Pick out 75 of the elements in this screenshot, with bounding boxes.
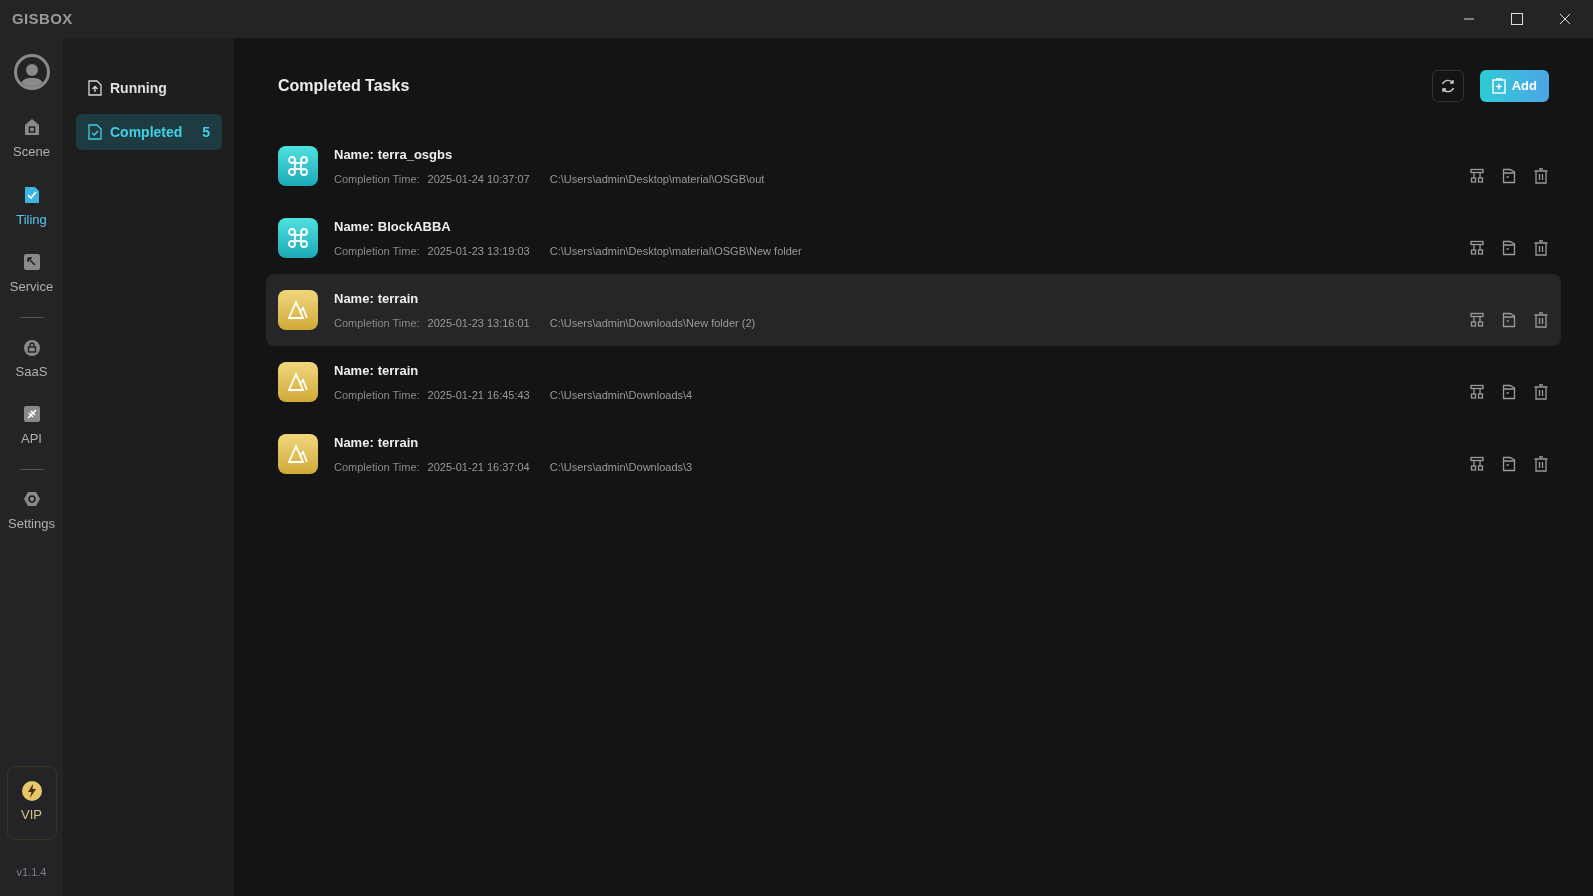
- delete-icon[interactable]: [1533, 168, 1549, 184]
- output-path: C:\Users\admin\Downloads\4: [549, 387, 693, 403]
- completion-time: 2025-01-23 13:19:03: [427, 243, 530, 259]
- name-label: Name:: [334, 218, 374, 236]
- folder-icon[interactable]: [1501, 456, 1517, 472]
- nav-item[interactable]: Service: [0, 241, 63, 309]
- avatar-icon[interactable]: [13, 54, 50, 90]
- completion-time: 2025-01-21 16:45:43: [427, 387, 530, 403]
- time-label: Completion Time:: [334, 315, 420, 331]
- time-label: Completion Time:: [334, 243, 420, 259]
- task-name: terrain: [377, 362, 419, 380]
- completion-time: 2025-01-21 16:37:04: [427, 459, 530, 475]
- task-row[interactable]: Name: terra_osgbs Completion Time: 2025-01-24 10:37:07 C:\Users\admin\Desktop\material\OSGB\out: [266, 130, 1561, 202]
- plug-icon: [22, 405, 41, 423]
- task-row[interactable]: Name: terrain Completion Time: 2025-01-23 13:16:01 C:\Users\admin\Downloads\New folder (2): [266, 274, 1561, 346]
- output-path: C:\Users\admin\Downloads\New folder (2): [549, 315, 756, 331]
- nav-item[interactable]: Scene: [0, 106, 63, 174]
- output-path: C:\Users\admin\Desktop\material\OSGB\New folder: [549, 243, 802, 259]
- output-path: C:\Users\admin\Desktop\material\OSGB\out: [549, 171, 765, 187]
- delete-icon[interactable]: [1533, 384, 1549, 400]
- hierarchy-icon[interactable]: [1469, 168, 1485, 184]
- version-label: v1.1.4: [16, 864, 47, 880]
- output-path: C:\Users\admin\Downloads\3: [549, 459, 693, 475]
- folder-icon[interactable]: [1501, 312, 1517, 328]
- lock-icon: [22, 337, 41, 356]
- maximize-icon[interactable]: [1511, 13, 1523, 25]
- hierarchy-icon[interactable]: [1469, 312, 1485, 328]
- task-row[interactable]: Name: BlockABBA Completion Time: 2025-01-23 13:19:03 C:\Users\admin\Desktop\material\OSGB\New folder: [266, 202, 1561, 274]
- refresh-button[interactable]: [1431, 70, 1464, 102]
- refresh-icon: [1439, 78, 1456, 94]
- mountain-icon: [278, 434, 318, 474]
- task-row[interactable]: Name: terrain Completion Time: 2025-01-21 16:37:04 C:\Users\admin\Downloads\3: [266, 418, 1561, 490]
- time-label: Completion Time:: [334, 171, 420, 187]
- completion-time: 2025-01-23 13:16:01: [427, 315, 530, 331]
- vip-button[interactable]: VIP: [6, 765, 57, 840]
- mountain-icon: [278, 290, 318, 330]
- add-document-icon: [1491, 78, 1506, 94]
- task-name: terrain: [377, 290, 419, 308]
- submenu-item[interactable]: Completed 5: [76, 114, 222, 150]
- name-label: Name:: [334, 434, 374, 452]
- task-name: BlockABBA: [377, 218, 451, 236]
- task-name: terra_osgbs: [377, 146, 453, 164]
- folder-icon[interactable]: [1501, 240, 1517, 256]
- nav-item[interactable]: API: [0, 393, 63, 461]
- arrow-square-icon: [22, 253, 41, 271]
- hierarchy-icon[interactable]: [1469, 456, 1485, 472]
- hierarchy-icon[interactable]: [1469, 240, 1485, 256]
- delete-icon[interactable]: [1533, 240, 1549, 256]
- time-label: Completion Time:: [334, 387, 420, 403]
- name-label: Name:: [334, 146, 374, 164]
- page-title: Completed Tasks: [277, 76, 410, 96]
- nav-item[interactable]: Tiling: [0, 173, 63, 241]
- document-check-icon: [88, 124, 102, 140]
- settings-icon: [22, 489, 41, 508]
- nav-item[interactable]: Settings: [0, 477, 63, 545]
- mountain-icon: [278, 362, 318, 402]
- delete-icon[interactable]: [1533, 312, 1549, 328]
- delete-icon[interactable]: [1533, 456, 1549, 472]
- document-upload-icon: [88, 80, 102, 96]
- completion-time: 2025-01-24 10:37:07: [427, 171, 530, 187]
- time-label: Completion Time:: [334, 459, 420, 475]
- folder-icon[interactable]: [1501, 384, 1517, 400]
- app-logo: GISBOX: [12, 8, 73, 29]
- name-label: Name:: [334, 290, 374, 308]
- hierarchy-icon[interactable]: [1469, 384, 1485, 400]
- document-check-icon: [22, 185, 41, 204]
- folder-icon[interactable]: [1501, 168, 1517, 184]
- nav-item[interactable]: SaaS: [0, 325, 63, 393]
- task-name: terrain: [377, 434, 419, 452]
- name-label: Name:: [334, 362, 374, 380]
- close-icon[interactable]: [1559, 13, 1571, 25]
- submenu-item[interactable]: Running: [76, 70, 222, 106]
- house-icon: [22, 118, 41, 136]
- task-row[interactable]: Name: terrain Completion Time: 2025-01-21 16:45:43 C:\Users\admin\Downloads\4: [266, 346, 1561, 418]
- lightning-icon: [21, 780, 42, 801]
